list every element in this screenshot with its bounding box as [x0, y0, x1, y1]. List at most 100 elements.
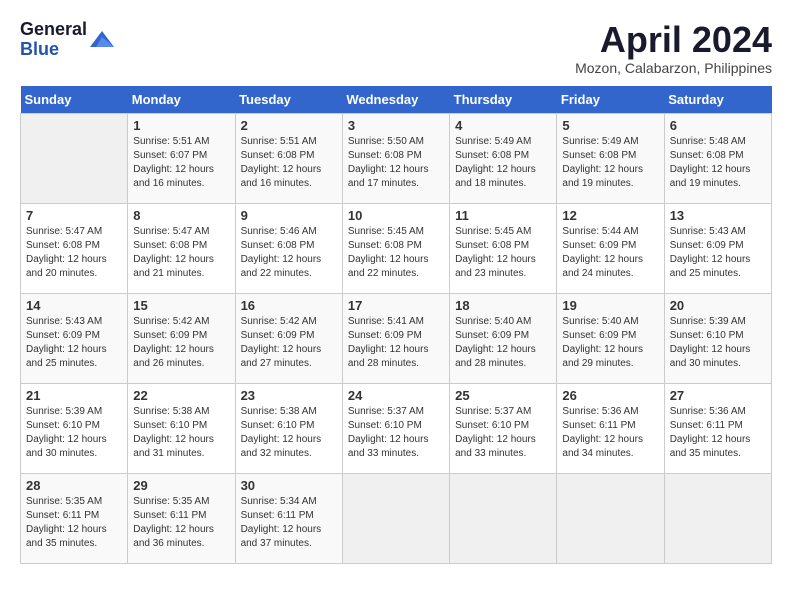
calendar-cell: 17Sunrise: 5:41 AMSunset: 6:09 PMDayligh…: [342, 293, 449, 383]
day-number: 2: [241, 118, 337, 133]
day-info: Sunset: 6:08 PM: [670, 149, 766, 163]
day-number: 9: [241, 208, 337, 223]
day-number: 1: [133, 118, 229, 133]
calendar-cell: 6Sunrise: 5:48 AMSunset: 6:08 PMDaylight…: [664, 113, 771, 203]
day-info: Sunrise: 5:34 AM: [241, 495, 337, 509]
calendar-cell: 22Sunrise: 5:38 AMSunset: 6:10 PMDayligh…: [128, 383, 235, 473]
day-info: Daylight: 12 hours and 32 minutes.: [241, 433, 337, 461]
day-info: Daylight: 12 hours and 29 minutes.: [562, 343, 658, 371]
day-info: Sunrise: 5:47 AM: [133, 225, 229, 239]
day-number: 22: [133, 388, 229, 403]
day-info: Daylight: 12 hours and 16 minutes.: [241, 163, 337, 191]
day-info: Sunrise: 5:51 AM: [241, 135, 337, 149]
logo: General Blue: [20, 20, 114, 60]
day-info: Sunrise: 5:40 AM: [455, 315, 551, 329]
calendar-week: 21Sunrise: 5:39 AMSunset: 6:10 PMDayligh…: [21, 383, 772, 473]
day-info: Sunset: 6:10 PM: [348, 419, 444, 433]
day-info: Sunrise: 5:42 AM: [133, 315, 229, 329]
day-info: Sunset: 6:08 PM: [133, 239, 229, 253]
day-number: 11: [455, 208, 551, 223]
day-info: Daylight: 12 hours and 30 minutes.: [26, 433, 122, 461]
day-info: Sunset: 6:09 PM: [455, 329, 551, 343]
calendar-week: 1Sunrise: 5:51 AMSunset: 6:07 PMDaylight…: [21, 113, 772, 203]
day-info: Daylight: 12 hours and 22 minutes.: [348, 253, 444, 281]
calendar-body: 1Sunrise: 5:51 AMSunset: 6:07 PMDaylight…: [21, 113, 772, 563]
day-info: Daylight: 12 hours and 30 minutes.: [670, 343, 766, 371]
day-info: Daylight: 12 hours and 24 minutes.: [562, 253, 658, 281]
calendar-cell: [21, 113, 128, 203]
day-info: Sunset: 6:09 PM: [133, 329, 229, 343]
day-number: 24: [348, 388, 444, 403]
calendar-cell: 21Sunrise: 5:39 AMSunset: 6:10 PMDayligh…: [21, 383, 128, 473]
day-info: Sunrise: 5:43 AM: [26, 315, 122, 329]
title-section: April 2024 Mozon, Calabarzon, Philippine…: [575, 20, 772, 76]
day-info: Sunset: 6:11 PM: [241, 509, 337, 523]
calendar-week: 14Sunrise: 5:43 AMSunset: 6:09 PMDayligh…: [21, 293, 772, 383]
day-info: Sunset: 6:08 PM: [241, 239, 337, 253]
weekday-header: Sunday: [21, 86, 128, 114]
day-info: Sunset: 6:08 PM: [348, 149, 444, 163]
calendar-header: SundayMondayTuesdayWednesdayThursdayFrid…: [21, 86, 772, 114]
logo-blue: Blue: [20, 40, 87, 60]
calendar-cell: 14Sunrise: 5:43 AMSunset: 6:09 PMDayligh…: [21, 293, 128, 383]
day-number: 20: [670, 298, 766, 313]
day-number: 29: [133, 478, 229, 493]
day-info: Daylight: 12 hours and 33 minutes.: [348, 433, 444, 461]
day-info: Sunset: 6:10 PM: [670, 329, 766, 343]
day-info: Sunrise: 5:49 AM: [562, 135, 658, 149]
day-info: Daylight: 12 hours and 16 minutes.: [133, 163, 229, 191]
day-number: 16: [241, 298, 337, 313]
weekday-header: Thursday: [450, 86, 557, 114]
day-info: Sunset: 6:08 PM: [562, 149, 658, 163]
day-info: Daylight: 12 hours and 25 minutes.: [26, 343, 122, 371]
calendar-week: 28Sunrise: 5:35 AMSunset: 6:11 PMDayligh…: [21, 473, 772, 563]
day-info: Sunset: 6:08 PM: [26, 239, 122, 253]
day-info: Daylight: 12 hours and 31 minutes.: [133, 433, 229, 461]
day-number: 17: [348, 298, 444, 313]
day-info: Sunrise: 5:41 AM: [348, 315, 444, 329]
calendar-cell: 23Sunrise: 5:38 AMSunset: 6:10 PMDayligh…: [235, 383, 342, 473]
day-info: Sunrise: 5:36 AM: [562, 405, 658, 419]
day-info: Sunrise: 5:39 AM: [26, 405, 122, 419]
day-number: 3: [348, 118, 444, 133]
day-info: Sunrise: 5:43 AM: [670, 225, 766, 239]
day-info: Daylight: 12 hours and 19 minutes.: [562, 163, 658, 191]
page-header: General Blue April 2024 Mozon, Calabarzo…: [20, 20, 772, 76]
day-info: Daylight: 12 hours and 25 minutes.: [670, 253, 766, 281]
calendar-cell: 15Sunrise: 5:42 AMSunset: 6:09 PMDayligh…: [128, 293, 235, 383]
day-info: Sunrise: 5:39 AM: [670, 315, 766, 329]
day-info: Sunset: 6:11 PM: [562, 419, 658, 433]
day-number: 5: [562, 118, 658, 133]
calendar-cell: 26Sunrise: 5:36 AMSunset: 6:11 PMDayligh…: [557, 383, 664, 473]
day-info: Sunrise: 5:51 AM: [133, 135, 229, 149]
weekday-header: Saturday: [664, 86, 771, 114]
day-number: 10: [348, 208, 444, 223]
day-info: Sunset: 6:10 PM: [26, 419, 122, 433]
day-info: Daylight: 12 hours and 33 minutes.: [455, 433, 551, 461]
calendar-cell: [557, 473, 664, 563]
day-number: 15: [133, 298, 229, 313]
day-number: 23: [241, 388, 337, 403]
day-info: Sunrise: 5:36 AM: [670, 405, 766, 419]
day-number: 30: [241, 478, 337, 493]
day-info: Sunrise: 5:45 AM: [348, 225, 444, 239]
day-info: Sunset: 6:09 PM: [241, 329, 337, 343]
weekday-header: Tuesday: [235, 86, 342, 114]
day-info: Daylight: 12 hours and 34 minutes.: [562, 433, 658, 461]
day-info: Daylight: 12 hours and 18 minutes.: [455, 163, 551, 191]
calendar-table: SundayMondayTuesdayWednesdayThursdayFrid…: [20, 86, 772, 564]
calendar-cell: 24Sunrise: 5:37 AMSunset: 6:10 PMDayligh…: [342, 383, 449, 473]
calendar-cell: 25Sunrise: 5:37 AMSunset: 6:10 PMDayligh…: [450, 383, 557, 473]
day-info: Sunrise: 5:35 AM: [26, 495, 122, 509]
day-info: Daylight: 12 hours and 17 minutes.: [348, 163, 444, 191]
day-info: Sunrise: 5:45 AM: [455, 225, 551, 239]
day-info: Daylight: 12 hours and 37 minutes.: [241, 523, 337, 551]
calendar-cell: [342, 473, 449, 563]
calendar-cell: 8Sunrise: 5:47 AMSunset: 6:08 PMDaylight…: [128, 203, 235, 293]
calendar-cell: 19Sunrise: 5:40 AMSunset: 6:09 PMDayligh…: [557, 293, 664, 383]
calendar-cell: 28Sunrise: 5:35 AMSunset: 6:11 PMDayligh…: [21, 473, 128, 563]
calendar-cell: 18Sunrise: 5:40 AMSunset: 6:09 PMDayligh…: [450, 293, 557, 383]
day-number: 4: [455, 118, 551, 133]
day-number: 19: [562, 298, 658, 313]
day-info: Daylight: 12 hours and 35 minutes.: [26, 523, 122, 551]
